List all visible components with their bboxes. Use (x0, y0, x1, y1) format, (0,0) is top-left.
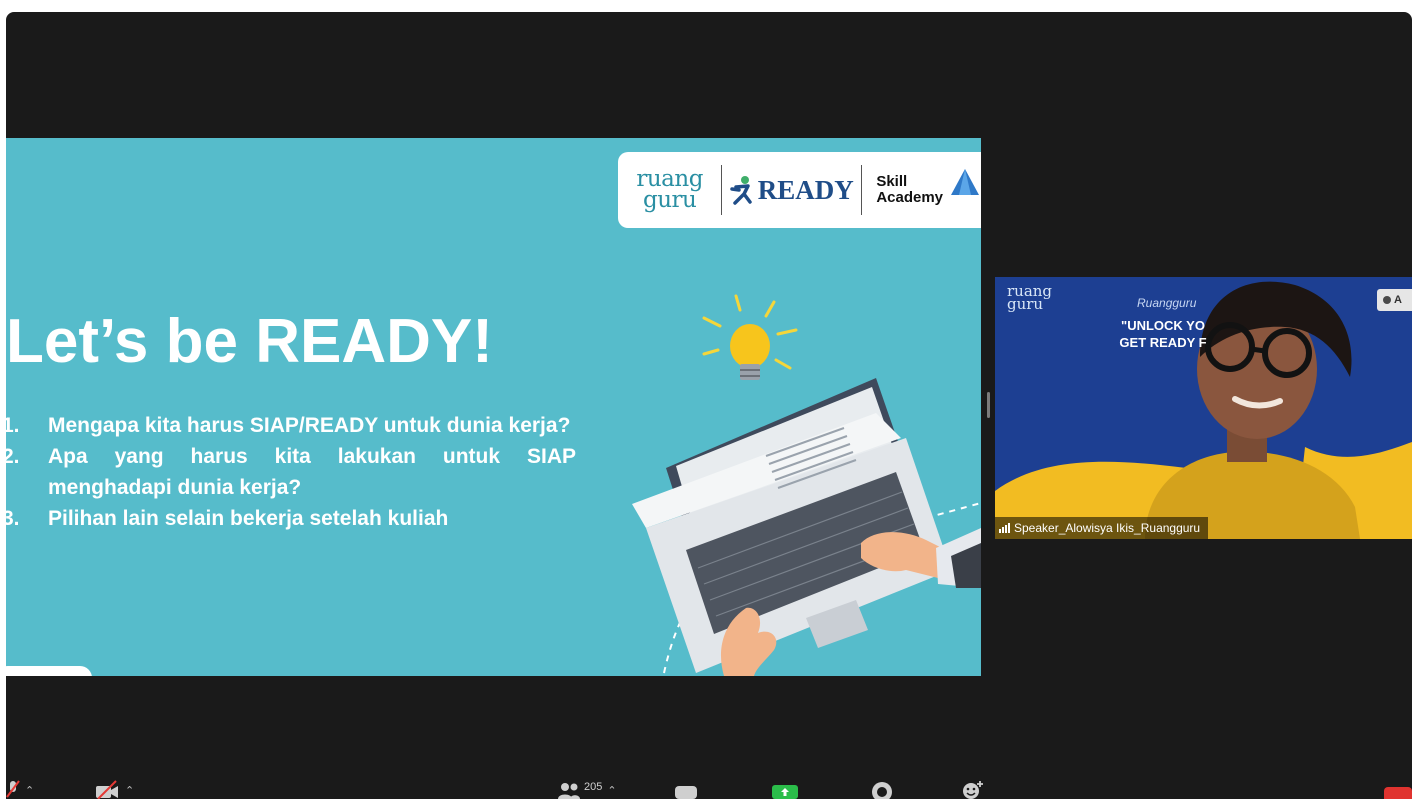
mute-button[interactable]: ⌃ (6, 780, 34, 799)
share-screen-icon (772, 785, 798, 799)
record-icon (872, 782, 892, 799)
ready-logo: READY (722, 175, 861, 206)
slide-corner-tab (6, 666, 92, 676)
badge-dot-icon (1383, 296, 1391, 304)
reactions-icon (963, 781, 983, 799)
slide-agenda-list: 1. Mengapa kita harus SIAP/READY untuk du… (6, 410, 576, 534)
video-ruangguru-logo: ruang guru (1007, 282, 1053, 313)
mic-muted-icon (6, 780, 20, 798)
end-meeting-button[interactable] (1384, 780, 1412, 799)
start-video-button[interactable]: ⌃ (94, 780, 134, 799)
share-screen-button[interactable] (771, 780, 799, 799)
record-button[interactable] (871, 780, 893, 799)
connection-signal-icon (999, 523, 1010, 533)
slide-title: Let’s be READY! (6, 307, 493, 376)
reactions-button[interactable] (961, 780, 985, 799)
laptop-lightbulb-illustration (632, 294, 981, 676)
speaker-name: Speaker_Alowisya Ikis_Ruangguru (1014, 521, 1201, 535)
ruangguru-logo: ruang guru (636, 166, 703, 213)
chevron-up-icon[interactable]: ⌃ (607, 784, 616, 797)
meeting-toolbar: ⌃ ⌃ 205 ⌃ (6, 776, 1412, 799)
slide-logo-bar: ruang guru READY Skill Academy (618, 152, 981, 228)
agenda-item: 1. Mengapa kita harus SIAP/READY untuk du… (6, 414, 571, 437)
skill-academy-emblem-icon (951, 169, 980, 195)
speaker-video-tile[interactable]: ruang guru Ruangguru "UNLOCK YO GET READ… (995, 277, 1412, 539)
participants-icon (558, 783, 580, 799)
video-corner-badge: A (1377, 289, 1412, 311)
chevron-up-icon[interactable]: ⌃ (125, 784, 134, 797)
running-figure-icon (730, 176, 752, 205)
agenda-item: 3. Pilihan lain selain bekerja setelah ku… (6, 507, 449, 530)
chat-icon (675, 786, 697, 799)
chat-button[interactable] (674, 780, 698, 799)
video-banner-text: "UNLOCK YO GET READY F (1119, 318, 1207, 350)
participants-count: 205 (584, 781, 603, 793)
skill-academy-logo: Skill Academy (862, 169, 981, 206)
speaker-nameplate: Speaker_Alowisya Ikis_Ruangguru (995, 517, 1209, 539)
video-off-icon (96, 780, 118, 799)
end-button-shape (1384, 787, 1412, 799)
chevron-up-icon[interactable]: ⌃ (25, 784, 34, 797)
panel-resize-handle[interactable] (987, 392, 990, 418)
agenda-item: 2. Apa yang harus kita lakukan untuk SIAP… (6, 445, 576, 499)
shared-slide: ruang guru READY Skill Academy Let’s be … (6, 138, 981, 676)
meeting-window: ruang guru READY Skill Academy Let’s be … (6, 12, 1412, 799)
participants-button[interactable]: 205 ⌃ (557, 780, 617, 799)
ready-logo-text: READY (757, 174, 854, 205)
video-brand-text: Ruangguru (1137, 296, 1197, 310)
